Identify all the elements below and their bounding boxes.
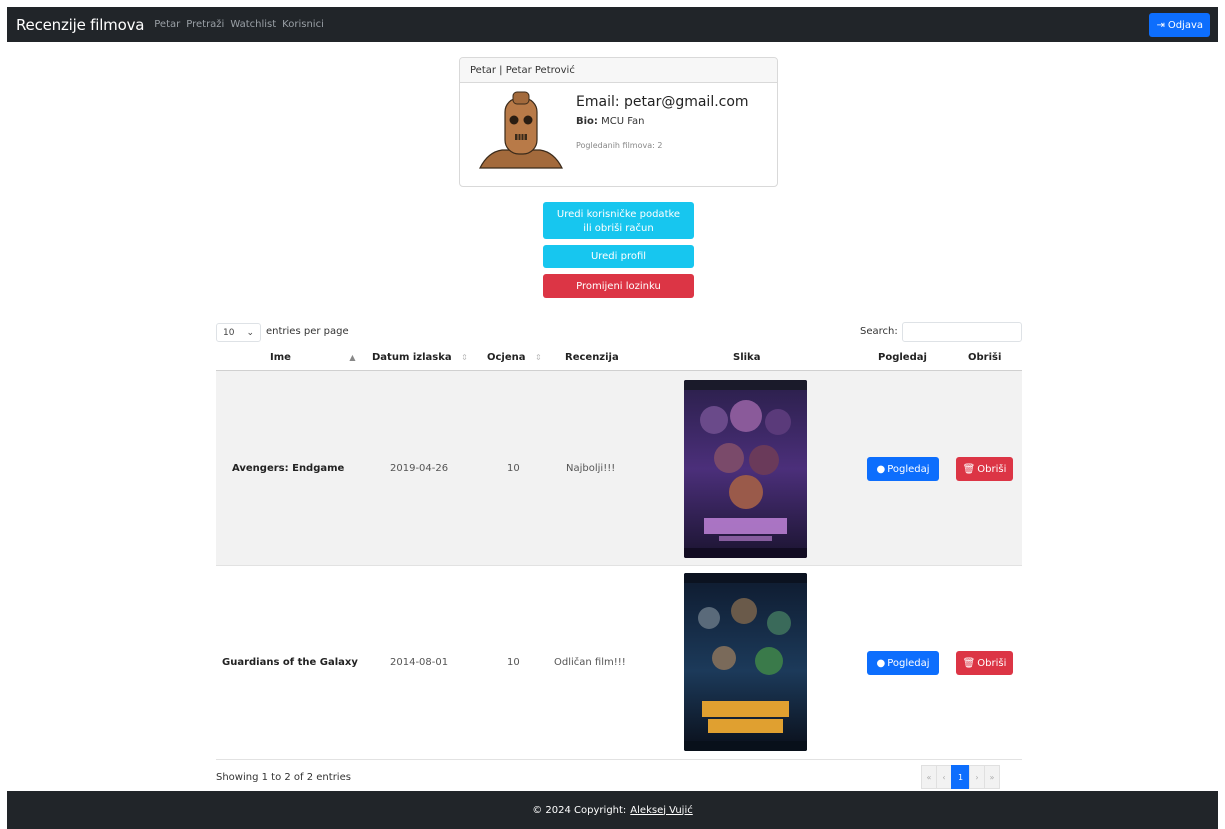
eye-icon: ● (876, 657, 886, 669)
watched-count: Pogledanih filmova: 2 (576, 141, 663, 150)
profile-email: Email: petar@gmail.com (576, 94, 749, 110)
nav-link-search[interactable]: Pretraži (186, 19, 224, 30)
page-1-button[interactable]: 1 (951, 765, 970, 789)
column-header-delete: Obriši (968, 352, 1002, 363)
movie-rating: 10 (507, 657, 520, 668)
column-header-date[interactable]: Datum izlaska ⇕ (372, 352, 468, 363)
delete-label: Obriši (977, 463, 1007, 475)
logout-label: Odjava (1167, 19, 1203, 31)
movie-review: Odličan film!!! (554, 657, 626, 668)
column-header-review: Recenzija (565, 352, 619, 363)
avatar (479, 91, 563, 170)
column-header-rating-label: Ocjena (487, 352, 526, 363)
edit-user-data-button[interactable]: Uredi korisničke podatke ili obriši raču… (543, 202, 694, 239)
copyright-text: © 2024 Copyright: (532, 804, 627, 816)
logout-icon: ⇥ (1156, 19, 1165, 31)
movie-release-date: 2019-04-26 (390, 463, 449, 474)
movie-poster-image (684, 573, 807, 751)
nav-link-users[interactable]: Korisnici (282, 19, 324, 30)
trash-icon: 🗑 (962, 657, 976, 669)
column-header-name[interactable]: Ime ▲ (270, 352, 356, 363)
page-length-label: entries per page (266, 326, 349, 337)
bio-label: Bio: (576, 116, 598, 127)
column-header-date-label: Datum izlaska (372, 352, 452, 363)
trash-icon: 🗑 (962, 463, 976, 475)
next-page-button[interactable]: › (969, 765, 985, 789)
column-header-view: Pogledaj (878, 352, 927, 363)
logout-button[interactable]: ⇥ Odjava (1149, 13, 1210, 37)
chevron-down-icon: ⌄ (246, 327, 254, 338)
page-footer: © 2024 Copyright: Aleksej Vujić (7, 791, 1218, 829)
row-divider (216, 565, 1022, 566)
movie-poster-image (684, 380, 807, 558)
page-length-select[interactable]: 10 ⌄ (216, 323, 261, 342)
search-label: Search: (860, 326, 898, 337)
movie-name: Guardians of the Galaxy (222, 657, 358, 668)
change-password-button[interactable]: Promijeni lozinku (543, 274, 694, 298)
delete-label: Obriši (977, 657, 1007, 669)
bio-value: MCU Fan (601, 116, 645, 127)
nav-link-watchlist[interactable]: Watchlist (230, 19, 276, 30)
edit-profile-button[interactable]: Uredi profil (543, 245, 694, 268)
sort-asc-icon: ▲ (349, 353, 356, 362)
top-navbar: Recenzije filmova Petar Pretraži Watchli… (7, 7, 1218, 42)
first-page-button[interactable]: « (921, 765, 937, 789)
movie-review: Najbolji!!! (566, 463, 616, 474)
author-link[interactable]: Aleksej Vujić (630, 805, 692, 816)
movie-rating: 10 (507, 463, 520, 474)
delete-button[interactable]: 🗑 Obriši (956, 457, 1013, 481)
table-info: Showing 1 to 2 of 2 entries (216, 772, 351, 783)
movie-name: Avengers: Endgame (232, 463, 345, 474)
movie-release-date: 2014-08-01 (390, 657, 449, 668)
pagination: « ‹ 1 › » (921, 765, 1000, 789)
delete-button[interactable]: 🗑 Obriši (956, 651, 1013, 675)
profile-card-header: Petar | Petar Petrović (460, 58, 777, 83)
nav-link-petar[interactable]: Petar (154, 19, 180, 30)
column-header-image: Slika (733, 352, 761, 363)
view-button[interactable]: ● Pogledaj (867, 457, 939, 481)
view-label: Pogledaj (887, 657, 930, 669)
profile-bio: Bio: MCU Fan (576, 116, 645, 127)
view-label: Pogledaj (887, 463, 930, 475)
search-input[interactable] (902, 322, 1022, 342)
prev-page-button[interactable]: ‹ (936, 765, 952, 789)
eye-icon: ● (876, 463, 886, 475)
edit-user-label-line2: ili obriši račun (583, 223, 654, 234)
column-header-rating[interactable]: Ocjena ⇕ (487, 352, 542, 363)
column-header-name-label: Ime (270, 352, 291, 363)
sort-icon: ⇕ (535, 353, 542, 362)
row-divider (216, 759, 1022, 760)
page-length-value: 10 (223, 327, 235, 338)
view-button[interactable]: ● Pogledaj (867, 651, 939, 675)
brand-link[interactable]: Recenzije filmova (16, 16, 144, 34)
sort-icon: ⇕ (461, 353, 468, 362)
last-page-button[interactable]: » (984, 765, 1000, 789)
profile-card: Petar | Petar Petrović Email: petar@gmai… (459, 57, 778, 187)
edit-user-label-line1: Uredi korisničke podatke (556, 209, 681, 220)
